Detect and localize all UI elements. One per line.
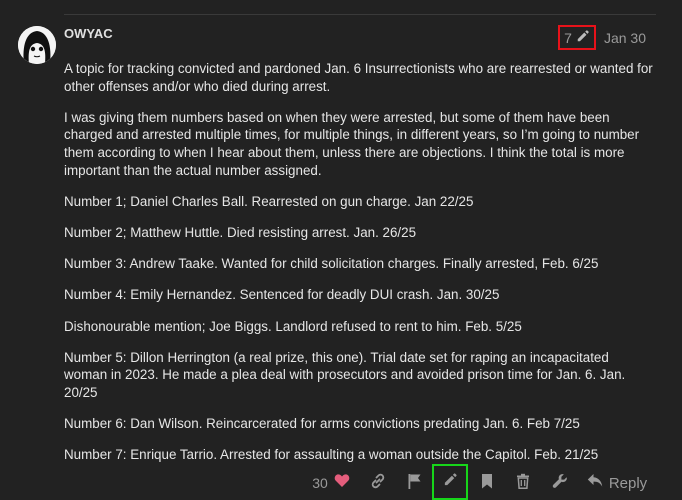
pencil-icon	[576, 29, 590, 46]
post-paragraph: Number 2; Matthew Huttle. Died resisting…	[64, 224, 417, 240]
post-paragraph: I was giving them numbers based on when …	[64, 109, 640, 178]
admin-wrench-button[interactable]	[546, 466, 574, 500]
delete-button[interactable]	[510, 466, 536, 500]
like-count: 30	[312, 475, 328, 491]
post-actions-bar: 30 Reply	[0, 464, 682, 500]
post-meta: 7 Jan 30	[558, 25, 646, 50]
edit-post-button[interactable]	[432, 464, 468, 500]
post-paragraph: Number 3: Andrew Taake. Wanted for child…	[64, 256, 599, 272]
reply-button[interactable]: Reply	[586, 466, 648, 500]
copy-link-button[interactable]	[364, 466, 392, 500]
post-paragraph: Number 7: Enrique Tarrio. Arrested for a…	[64, 447, 599, 463]
wrench-icon	[552, 473, 568, 494]
post-paragraph: Dishonourable mention; Joe Biggs. Landlo…	[64, 318, 522, 334]
post-username[interactable]: OWYAC	[64, 26, 113, 41]
topic-divider	[64, 14, 656, 15]
post-paragraph: A topic for tracking convicted and pardo…	[64, 61, 653, 94]
post-paragraph: Number 4: Emily Hernandez. Sentenced for…	[64, 287, 500, 303]
edit-count: 7	[564, 29, 572, 46]
flag-button[interactable]	[400, 466, 428, 500]
edit-history-button[interactable]: 7	[558, 25, 596, 50]
post-paragraph: Number 5: Dillon Herrington (a real priz…	[64, 349, 626, 400]
bookmark-button[interactable]	[474, 466, 500, 500]
post-date[interactable]: Jan 30	[604, 30, 646, 46]
pencil-icon	[443, 472, 458, 492]
reply-label: Reply	[608, 474, 648, 492]
flag-icon	[407, 473, 422, 494]
like-button[interactable]: 30	[306, 466, 356, 500]
heart-icon	[334, 473, 350, 493]
avatar[interactable]	[18, 26, 56, 64]
post-paragraph: Number 6: Dan Wilson. Reincarcerated for…	[64, 416, 580, 432]
reply-icon	[587, 473, 603, 493]
post-paragraph: Number 1; Daniel Charles Ball. Rearreste…	[64, 193, 474, 209]
link-icon	[370, 473, 386, 494]
bookmark-icon	[481, 473, 493, 494]
trash-icon	[516, 473, 530, 494]
post-body: A topic for tracking convicted and pardo…	[64, 60, 654, 477]
